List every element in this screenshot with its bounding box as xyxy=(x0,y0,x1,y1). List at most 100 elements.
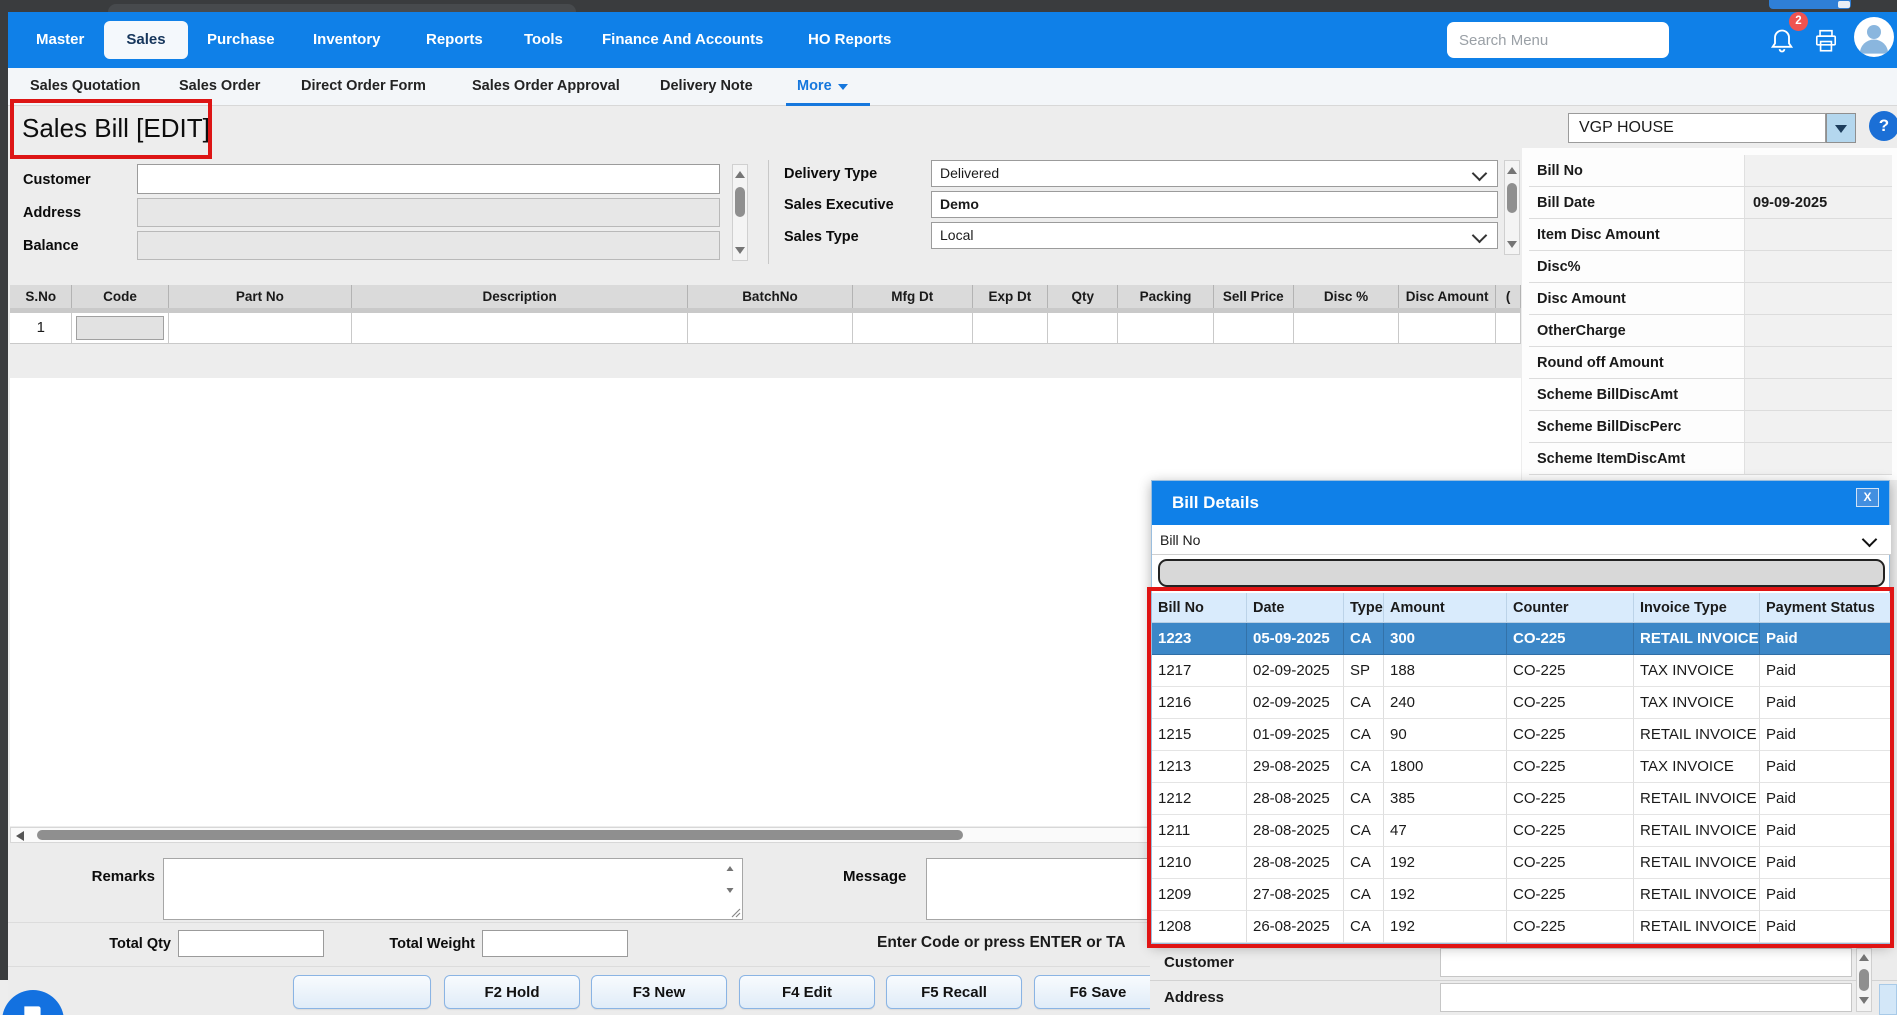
popup-title: Bill Details xyxy=(1172,493,1259,512)
cell-packing[interactable] xyxy=(1118,313,1214,343)
bill-row[interactable]: 1209 27-08-2025 CA 192 CO-225 RETAIL INV… xyxy=(1152,879,1891,911)
scroll-up-icon[interactable] xyxy=(735,171,745,178)
cell-mfg-dt[interactable] xyxy=(853,313,973,343)
cell-disc-perc[interactable] xyxy=(1294,313,1400,343)
nav-item-ho-reports[interactable]: HO Reports xyxy=(808,12,891,68)
cell-batchno[interactable] xyxy=(688,313,853,343)
scroll-down-icon[interactable] xyxy=(726,888,734,893)
payment-status-cell: Paid xyxy=(1760,847,1891,879)
subnav-delivery-note[interactable]: Delivery Note xyxy=(660,68,753,105)
invoice-type-cell: RETAIL INVOICE xyxy=(1634,783,1760,815)
nav-item-master[interactable]: Master xyxy=(36,12,84,68)
bill-row[interactable]: 1215 01-09-2025 CA 90 CO-225 RETAIL INVO… xyxy=(1152,719,1891,751)
invoice-type-cell: RETAIL INVOICE xyxy=(1634,879,1760,911)
code-entry-box[interactable] xyxy=(76,316,164,340)
bill-row[interactable]: 1210 28-08-2025 CA 192 CO-225 RETAIL INV… xyxy=(1152,847,1891,879)
branch-select[interactable]: VGP HOUSE xyxy=(1568,113,1826,143)
popup-filter-select[interactable]: Bill No xyxy=(1152,525,1891,555)
scroll-up-icon[interactable] xyxy=(1859,954,1869,961)
mini-customer-input[interactable] xyxy=(1440,948,1852,977)
clipped-panel-sliver xyxy=(1879,984,1897,1015)
subnav-direct-order-form[interactable]: Direct Order Form xyxy=(301,68,426,105)
scroll-down-icon[interactable] xyxy=(1859,997,1869,1004)
bill-row[interactable]: 1208 26-08-2025 CA 192 CO-225 RETAIL INV… xyxy=(1152,911,1891,943)
f5-recall-button[interactable]: F5 Recall xyxy=(886,975,1022,1009)
popup-header[interactable]: Bill Details xyxy=(1152,481,1889,525)
popup-table-body: 1223 05-09-2025 CA 300 CO-225 RETAIL INV… xyxy=(1152,623,1891,943)
total-weight-input[interactable] xyxy=(482,930,628,957)
search-input[interactable] xyxy=(1447,22,1669,58)
scroll-down-icon[interactable] xyxy=(1507,241,1517,248)
scroll-down-icon[interactable] xyxy=(735,247,745,254)
cell-disc-amount[interactable] xyxy=(1399,313,1497,343)
cell-part-no[interactable] xyxy=(169,313,353,343)
summary-row: Disc% xyxy=(1529,251,1892,283)
f4-edit-button[interactable]: F4 Edit xyxy=(739,975,875,1009)
items-table-row-1[interactable]: 1 xyxy=(10,313,1522,344)
payment-status-cell: Paid xyxy=(1760,751,1891,783)
bill-row[interactable]: 1223 05-09-2025 CA 300 CO-225 RETAIL INV… xyxy=(1152,623,1891,655)
user-avatar[interactable] xyxy=(1854,17,1894,57)
popup-search-input[interactable] xyxy=(1158,559,1885,587)
address-input[interactable] xyxy=(137,198,720,227)
counter-cell: CO-225 xyxy=(1507,655,1634,687)
close-icon[interactable]: X xyxy=(1856,488,1879,507)
type-cell: CA xyxy=(1344,687,1384,719)
scrollbar-thumb[interactable] xyxy=(735,187,745,217)
counter-cell: CO-225 xyxy=(1507,783,1634,815)
f3-new-button[interactable]: F3 New xyxy=(591,975,727,1009)
f6-save-button[interactable]: F6 Save xyxy=(1034,975,1162,1009)
scroll-up-icon[interactable] xyxy=(1507,167,1517,174)
scroll-left-icon[interactable] xyxy=(16,831,24,841)
bill-no-cell: 1216 xyxy=(1152,687,1247,719)
summary-row: Scheme BillDiscPerc xyxy=(1529,411,1892,443)
scrollbar-thumb[interactable] xyxy=(1859,969,1869,991)
nav-item-sales-active[interactable]: Sales xyxy=(104,21,188,59)
customer-input[interactable] xyxy=(137,164,720,194)
bill-row[interactable]: 1212 28-08-2025 CA 385 CO-225 RETAIL INV… xyxy=(1152,783,1891,815)
balance-input[interactable] xyxy=(137,231,720,260)
mini-form-scrollbar[interactable] xyxy=(1856,948,1872,1012)
amount-cell: 385 xyxy=(1384,783,1507,815)
cell-sell-price[interactable] xyxy=(1214,313,1294,343)
cell-description[interactable] xyxy=(352,313,689,343)
total-qty-input[interactable] xyxy=(178,930,324,957)
nav-item-inventory[interactable]: Inventory xyxy=(313,12,381,68)
cell-exp-dt[interactable] xyxy=(973,313,1049,343)
notification-bell-icon[interactable] xyxy=(1768,26,1796,56)
scroll-up-icon[interactable] xyxy=(726,866,734,871)
summary-row: Bill No xyxy=(1529,155,1892,187)
payment-status-cell: Paid xyxy=(1760,623,1891,655)
cell-qty[interactable] xyxy=(1048,313,1119,343)
payment-status-cell: Paid xyxy=(1760,719,1891,751)
bill-row[interactable]: 1211 28-08-2025 CA 47 CO-225 RETAIL INVO… xyxy=(1152,815,1891,847)
sales-type-select[interactable]: Local xyxy=(931,222,1498,249)
cell-code[interactable] xyxy=(72,313,169,343)
delivery-type-select[interactable]: Delivered xyxy=(931,160,1498,187)
nav-item-reports[interactable]: Reports xyxy=(426,12,483,68)
order-form-scrollbar[interactable] xyxy=(1504,160,1520,255)
customer-form-scrollbar[interactable] xyxy=(732,164,748,261)
resize-handle-icon[interactable] xyxy=(730,907,741,918)
bill-row[interactable]: 1217 02-09-2025 SP 188 CO-225 TAX INVOIC… xyxy=(1152,655,1891,687)
summary-row-label: Bill Date xyxy=(1529,187,1745,219)
remarks-textarea[interactable] xyxy=(163,858,743,920)
sales-executive-input[interactable]: Demo xyxy=(931,191,1498,218)
bill-row[interactable]: 1213 29-08-2025 CA 1800 CO-225 TAX INVOI… xyxy=(1152,751,1891,783)
print-icon[interactable] xyxy=(1812,28,1840,54)
subnav-sales-order-approval[interactable]: Sales Order Approval xyxy=(472,68,620,105)
invoice-type-cell: RETAIL INVOICE xyxy=(1634,815,1760,847)
nav-item-finance-and-accounts[interactable]: Finance And Accounts xyxy=(602,12,763,68)
help-icon[interactable]: ? xyxy=(1869,111,1897,141)
subnav-more[interactable]: More xyxy=(797,68,848,105)
mini-address-input[interactable] xyxy=(1440,983,1852,1012)
nav-item-purchase[interactable]: Purchase xyxy=(207,12,275,68)
nav-item-tools[interactable]: Tools xyxy=(524,12,563,68)
scrollbar-thumb[interactable] xyxy=(37,830,963,840)
branch-select-dropdown-button[interactable] xyxy=(1826,113,1856,143)
function-button-blank[interactable] xyxy=(293,975,431,1009)
bill-no-cell: 1213 xyxy=(1152,751,1247,783)
f2-hold-button[interactable]: F2 Hold xyxy=(444,975,580,1009)
scrollbar-thumb[interactable] xyxy=(1507,183,1517,213)
bill-row[interactable]: 1216 02-09-2025 CA 240 CO-225 TAX INVOIC… xyxy=(1152,687,1891,719)
